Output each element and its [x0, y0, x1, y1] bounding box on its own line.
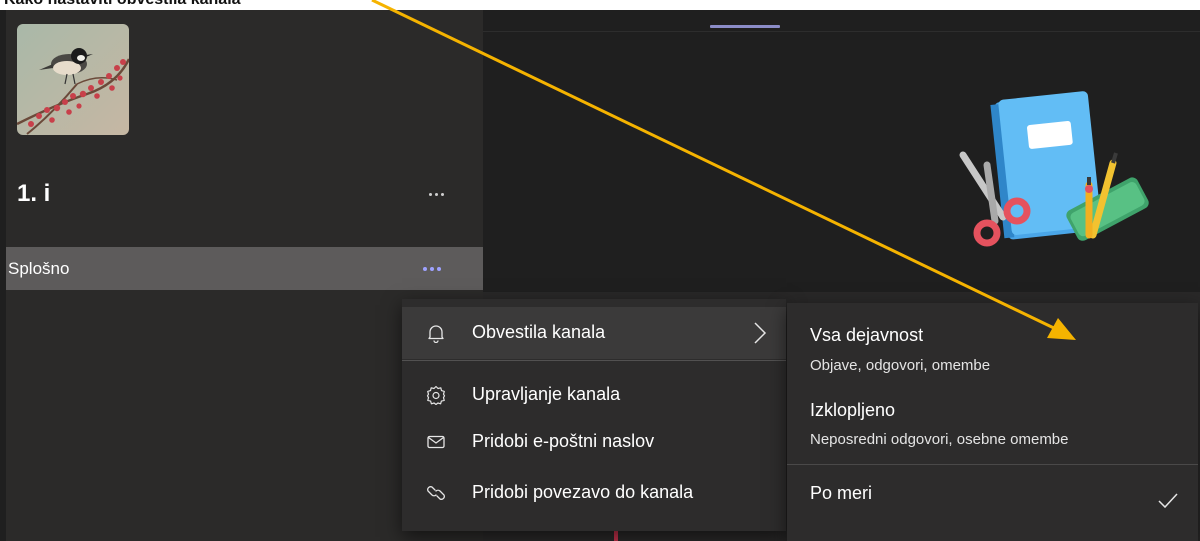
option-description: Neposredni odgovori, osebne omembe: [810, 431, 1069, 448]
menu-item-get-channel-link[interactable]: Pridobi povezavo do kanala: [402, 467, 786, 519]
submenu-divider: [787, 464, 1198, 465]
channel-item-splosno[interactable]: Splošno: [6, 247, 483, 290]
option-custom[interactable]: Po meri: [787, 468, 1198, 528]
option-off[interactable]: Izklopljeno Neposredni odgovori, osebne …: [787, 388, 1198, 458]
notebook-scissors-pencils-illustration: [941, 85, 1161, 260]
team-more-options-button[interactable]: [420, 182, 452, 206]
channel-more-options-button[interactable]: [416, 257, 448, 281]
team-avatar[interactable]: [17, 24, 129, 135]
option-title: Izklopljeno: [810, 400, 896, 420]
channel-tab-bar: [483, 10, 1200, 32]
menu-item-label: Pridobi povezavo do kanala: [472, 482, 694, 502]
annotation-caption-text: Kako nastaviti obvestila kanala: [4, 0, 241, 9]
menu-item-get-email-address[interactable]: Pridobi e-poštni naslov: [402, 416, 786, 468]
menu-divider: [402, 360, 786, 361]
gear-icon: [426, 385, 446, 406]
option-title: Po meri: [810, 483, 873, 503]
active-tab-indicator: [710, 25, 780, 28]
channel-notifications-submenu: Vsa dejavnost Objave, odgovori, omembe I…: [787, 303, 1198, 541]
menu-item-label: Upravljanje kanala: [472, 384, 621, 404]
menu-item-label: Obvestila kanala: [472, 322, 606, 342]
more-horizontal-icon: [423, 267, 427, 271]
envelope-icon: [426, 432, 446, 452]
annotation-caption: Kako nastaviti obvestila kanala: [0, 0, 483, 10]
team-name: 1. i: [17, 180, 51, 207]
link-icon: [426, 483, 446, 503]
menu-item-label: Pridobi e-poštni naslov: [472, 431, 655, 451]
checkmark-icon: [1156, 491, 1180, 511]
teams-app: Kako nastaviti obvestila kanala: [0, 0, 1200, 541]
chevron-right-icon: [752, 321, 768, 345]
option-all-activity[interactable]: Vsa dejavnost Objave, odgovori, omembe: [787, 313, 1198, 383]
bird-on-branch-photo: [17, 24, 129, 135]
option-title: Vsa dejavnost: [810, 325, 924, 345]
channel-context-menu: Obvestila kanala Upravljanje kanala Prid…: [402, 299, 786, 531]
bell-icon: [426, 323, 446, 344]
menu-item-channel-notifications[interactable]: Obvestila kanala: [402, 307, 786, 359]
menu-item-manage-channel[interactable]: Upravljanje kanala: [402, 369, 786, 421]
option-description: Objave, odgovori, omembe: [810, 357, 991, 374]
channel-label: Splošno: [8, 259, 70, 278]
more-horizontal-icon: [428, 192, 432, 196]
